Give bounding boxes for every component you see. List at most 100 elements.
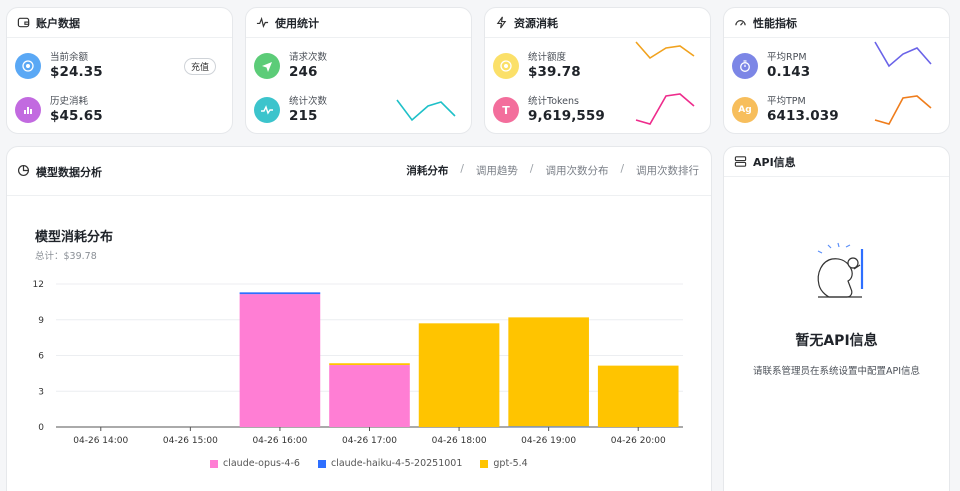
legend-swatch: [210, 459, 218, 468]
coin-icon: [493, 53, 519, 79]
cost-distribution-chart: 模型消耗分布 总计：$39.78 0 3 6 9 12 04-26 14:00 04-26…: [33, 229, 683, 446]
usage-card-header: 使用统计: [246, 8, 471, 38]
chart-title: 模型消耗分布: [35, 229, 113, 245]
tokens-sparkline: [635, 93, 695, 125]
pie-chart-icon: [17, 164, 30, 180]
bar-gpt-5.4[interactable]: [329, 363, 410, 366]
api-info-header: API信息: [724, 147, 949, 177]
legend-item[interactable]: claude-haiku-4-5-20251001: [317, 458, 463, 469]
tab-call-trend[interactable]: 调用趋势: [476, 163, 518, 178]
quota-value: $39.78: [528, 63, 581, 80]
count-label: 统计次数: [289, 95, 328, 107]
account-card-header: 账户数据: [7, 8, 232, 38]
quota-sparkline: [635, 41, 695, 60]
text-icon: T: [493, 97, 519, 123]
y-tick-label: 3: [38, 387, 44, 397]
balance-value: $24.35: [50, 63, 103, 80]
tab-cost-distribution[interactable]: 消耗分布: [406, 163, 448, 178]
silver-icon: Ag: [732, 97, 758, 123]
performance-card: 性能指标 平均RPM 0.143 Ag 平均TPM 6413.039: [723, 7, 950, 134]
model-analysis-title: 模型数据分析: [36, 166, 102, 179]
empty-state-description: 请联系管理员在系统设置中配置API信息: [752, 366, 921, 377]
x-tick-label: 04-26 18:00: [432, 436, 487, 446]
requests-row: 请求次数 246: [254, 46, 463, 86]
coin-icon: [15, 53, 41, 79]
bar-gpt-5.4[interactable]: [418, 323, 500, 427]
api-info-card: API信息 暂无API信息 请联系管理员在系统设置中配置API信息: [723, 146, 950, 491]
quota-row: 统计额度 $39.78: [493, 41, 702, 86]
lightning-icon: [495, 16, 508, 29]
count-value: 215: [289, 107, 318, 124]
balance-row: 当前余额 $24.35 充值: [15, 46, 224, 86]
bar-claude-opus-4-6[interactable]: [329, 365, 410, 427]
empty-state-illustration: [817, 242, 864, 298]
y-tick-label: 0: [38, 423, 44, 433]
account-card: 账户数据 当前余额 $24.35 充值 历史消耗 $45.65: [6, 7, 233, 134]
tpm-row: Ag 平均TPM 6413.039: [732, 90, 941, 130]
performance-card-header: 性能指标: [724, 8, 949, 38]
tpm-sparkline: [874, 95, 932, 125]
resource-card-header: 资源消耗: [485, 8, 710, 38]
resource-card: 资源消耗 统计额度 $39.78 T 统计Tokens 9,619,559: [484, 7, 711, 134]
bar-chart-icon: [15, 97, 41, 123]
tokens-value: 9,619,559: [528, 107, 605, 124]
legend-item[interactable]: claude-opus-4-6: [210, 458, 300, 469]
legend-swatch: [317, 459, 326, 468]
legend-label: gpt-5.4: [493, 458, 528, 469]
recharge-button[interactable]: 充值: [183, 57, 216, 75]
pulse-icon: [254, 97, 280, 123]
x-tick-label: 04-26 16:00: [252, 436, 307, 446]
gauge-icon: [734, 16, 747, 29]
tokens-label: 统计Tokens: [528, 95, 579, 107]
x-tick-label: 04-26 17:00: [342, 436, 397, 446]
x-tick-label: 04-26 15:00: [163, 436, 218, 446]
timer-icon: [732, 53, 758, 79]
bar-claude-haiku-4-5-20251001[interactable]: [239, 292, 321, 295]
bar-claude-opus-4-6[interactable]: [239, 294, 321, 427]
x-tick-label: 04-26 14:00: [73, 436, 128, 446]
server-icon: [734, 155, 747, 168]
legend-swatch: [480, 459, 489, 468]
rpm-value: 0.143: [767, 63, 811, 80]
balance-label: 当前余额: [50, 51, 89, 63]
count-sparkline: [396, 99, 456, 122]
usage-card-title: 使用统计: [275, 16, 319, 30]
resource-card-title: 资源消耗: [514, 16, 558, 30]
api-info-title: API信息: [753, 155, 796, 169]
usage-card: 使用统计 请求次数 246 统计次数 215: [245, 7, 472, 134]
wallet-icon: [17, 16, 30, 29]
y-tick-label: 6: [38, 352, 44, 362]
x-tick-label: 04-26 20:00: [611, 436, 666, 446]
count-row: 统计次数 215: [254, 90, 463, 130]
bar-gpt-5.4[interactable]: [597, 365, 679, 427]
rpm-row: 平均RPM 0.143: [732, 41, 941, 86]
requests-label: 请求次数: [289, 51, 328, 63]
performance-card-title: 性能指标: [753, 16, 797, 30]
empty-state-title: 暂无API信息: [795, 333, 878, 349]
tab-call-count-distribution[interactable]: 调用次数分布: [545, 163, 608, 178]
send-icon: [254, 53, 280, 79]
rpm-label: 平均RPM: [767, 51, 807, 63]
pulse-icon: [256, 16, 269, 29]
history-value: $45.65: [50, 107, 103, 124]
model-analysis-header: 模型数据分析: [17, 164, 102, 180]
legend-label: claude-haiku-4-5-20251001: [330, 458, 463, 469]
chart-legend: claude-opus-4-6 claude-haiku-4-5-20251001…: [210, 458, 528, 469]
bar-gpt-5.4[interactable]: [508, 317, 589, 427]
tpm-label: 平均TPM: [767, 95, 806, 107]
chart-subtitle: 总计：$39.78: [35, 250, 97, 262]
legend-label: claude-opus-4-6: [223, 458, 300, 469]
requests-value: 246: [289, 63, 318, 80]
y-tick-label: 9: [38, 316, 44, 326]
tab-call-count-ranking[interactable]: 调用次数排行: [636, 163, 699, 178]
rpm-sparkline: [874, 41, 932, 68]
y-tick-label: 12: [33, 280, 44, 290]
tokens-row: T 统计Tokens 9,619,559: [493, 90, 702, 130]
x-tick-label: 04-26 19:00: [521, 436, 576, 446]
history-label: 历史消耗: [50, 95, 89, 107]
history-row: 历史消耗 $45.65: [15, 90, 224, 130]
account-card-title: 账户数据: [36, 16, 80, 30]
quota-label: 统计额度: [528, 51, 567, 63]
legend-item[interactable]: gpt-5.4: [480, 458, 528, 469]
analysis-tabs: 消耗分布 / 调用趋势 / 调用次数分布 / 调用次数排行: [406, 163, 699, 178]
